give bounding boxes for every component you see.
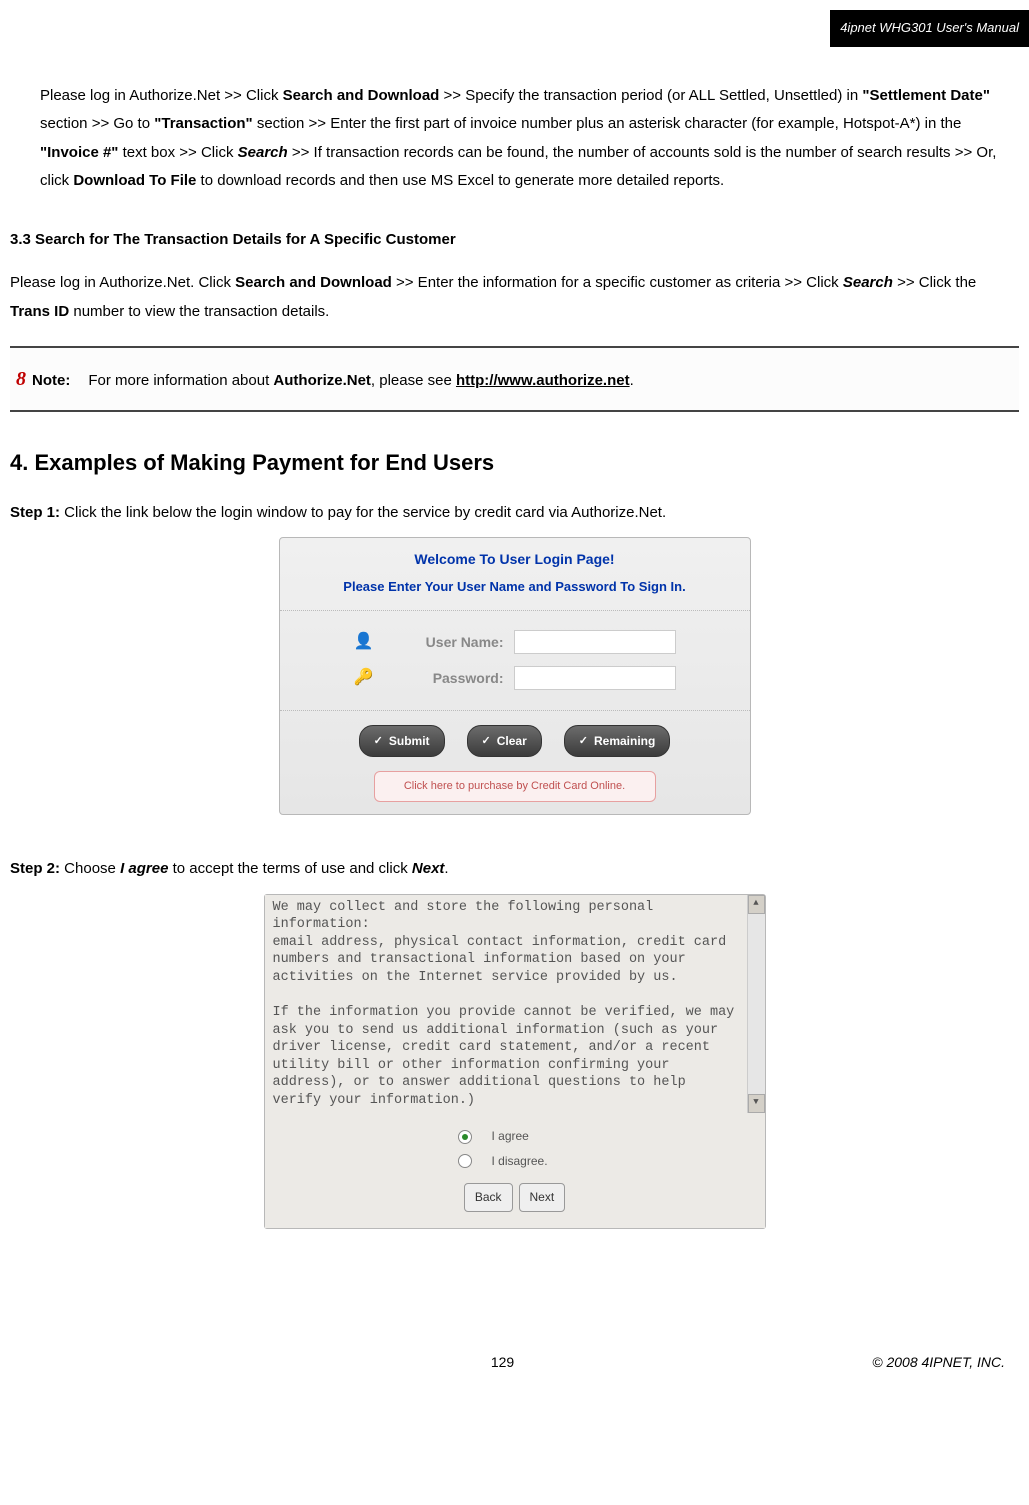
disagree-radio[interactable]: [458, 1154, 472, 1168]
list-marker-b: b.: [10, 82, 40, 111]
user-icon: 👤: [354, 627, 374, 657]
terms-textarea[interactable]: We may collect and store the following p…: [265, 895, 765, 1114]
scroll-up-icon[interactable]: ▲: [748, 895, 765, 914]
section-3-3-heading: 3.3 Search for The Transaction Details f…: [10, 226, 1019, 255]
password-input[interactable]: [514, 666, 676, 690]
copyright-text: © 2008 4IPNET, INC.: [872, 1349, 1005, 1376]
check-icon: ✓: [579, 731, 588, 752]
purchase-credit-card-link[interactable]: Click here to purchase by Credit Card On…: [374, 771, 656, 802]
page-number: 129: [0, 1349, 1005, 1376]
scrollbar[interactable]: ▲ ▼: [747, 895, 765, 1114]
login-subtitle: Please Enter Your User Name and Password…: [280, 575, 750, 611]
note-callout: 8 Note: For more information about Autho…: [10, 346, 1019, 412]
step-1-line: Step 1: Click the link below the login w…: [10, 499, 1019, 528]
terms-panel-screenshot: We may collect and store the following p…: [264, 894, 766, 1229]
username-input[interactable]: [514, 630, 676, 654]
remaining-button[interactable]: ✓Remaining: [564, 725, 671, 758]
key-icon: 🔑: [354, 663, 374, 693]
step-2-line: Step 2: Choose I agree to accept the ter…: [10, 855, 1019, 884]
check-icon: ✓: [482, 731, 491, 752]
login-title: Welcome To User Login Page!: [280, 538, 750, 575]
header-title: 4ipnet WHG301 User's Manual: [830, 10, 1029, 47]
authorize-net-link[interactable]: http://www.authorize.net: [456, 372, 630, 389]
section-b-paragraph: b.Please log in Authorize.Net >> Click S…: [40, 82, 1019, 196]
next-button[interactable]: Next: [519, 1183, 566, 1212]
note-text: For more information about Authorize.Net…: [88, 367, 633, 396]
agree-label: I agree: [492, 1125, 572, 1148]
username-label: User Name:: [374, 629, 504, 656]
agree-radio[interactable]: [458, 1130, 472, 1144]
login-panel-screenshot: Welcome To User Login Page! Please Enter…: [279, 537, 751, 815]
section-3-3-paragraph: Please log in Authorize.Net. Click Searc…: [10, 269, 1019, 326]
note-number-icon: 8: [10, 360, 32, 398]
note-label: Note:: [32, 367, 70, 396]
section-4-heading: 4. Examples of Making Payment for End Us…: [10, 442, 1019, 484]
disagree-label: I disagree.: [492, 1150, 572, 1173]
scroll-down-icon[interactable]: ▼: [748, 1094, 765, 1113]
password-label: Password:: [374, 665, 504, 692]
submit-button[interactable]: ✓Submit: [359, 725, 445, 758]
clear-button[interactable]: ✓Clear: [467, 725, 542, 758]
back-button[interactable]: Back: [464, 1183, 513, 1212]
check-icon: ✓: [374, 731, 383, 752]
